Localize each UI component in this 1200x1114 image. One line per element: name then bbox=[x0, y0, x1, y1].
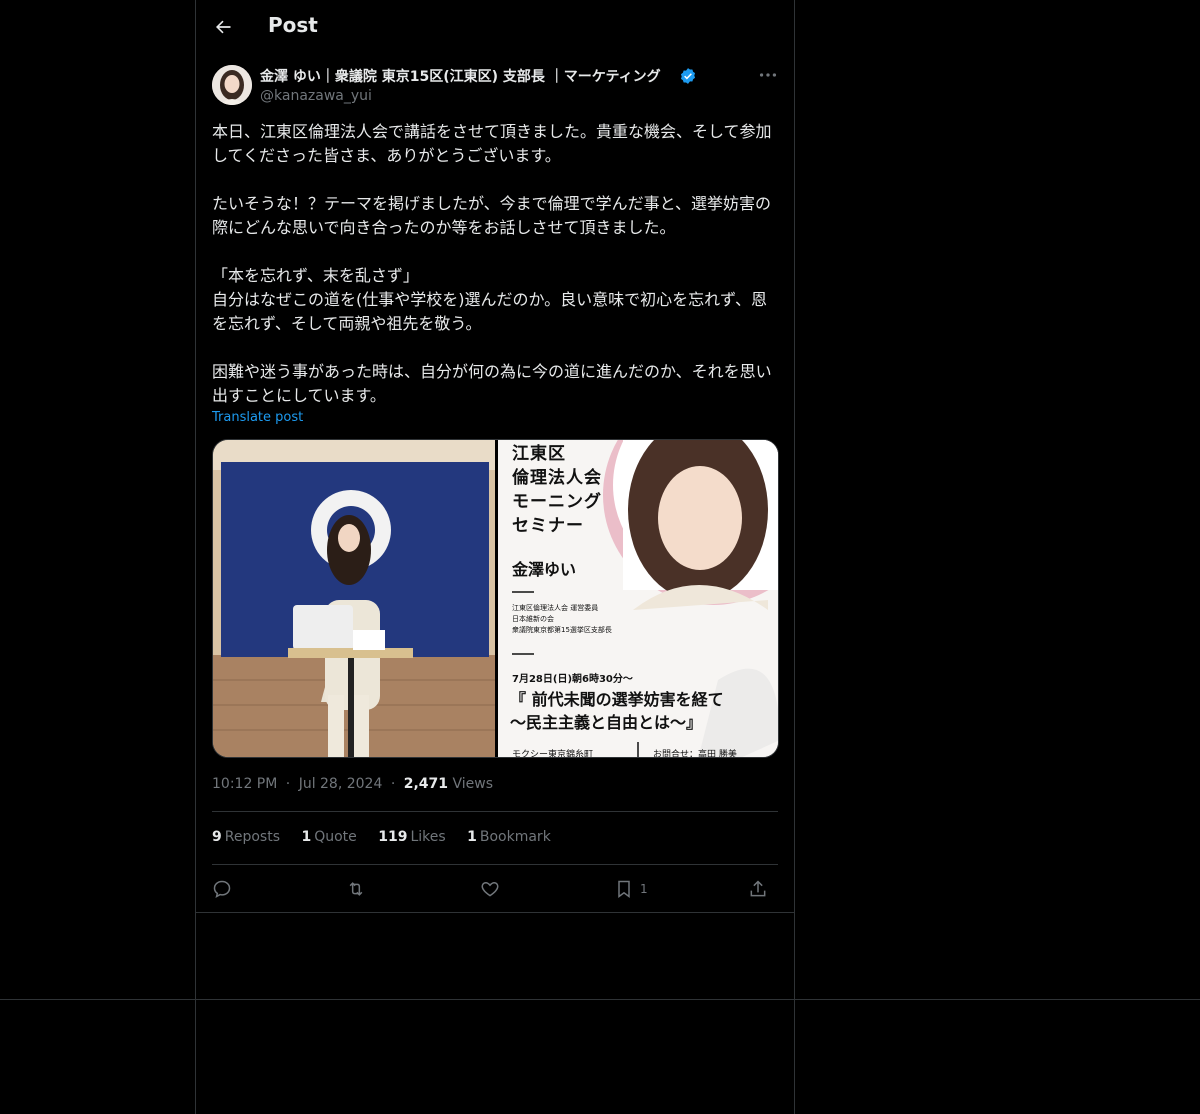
like-button[interactable] bbox=[480, 876, 500, 902]
post-date[interactable]: Jul 28, 2024 bbox=[299, 776, 383, 792]
bookmark-icon bbox=[618, 880, 630, 898]
action-bar: 1 bbox=[212, 876, 778, 902]
post-meta: 10:12 PM · Jul 28, 2024 · 2,471 Views bbox=[212, 776, 493, 792]
post-time[interactable]: 10:12 PM bbox=[212, 776, 277, 792]
reply-icon bbox=[213, 880, 231, 898]
avatar[interactable] bbox=[212, 65, 252, 105]
meta-separator: · bbox=[390, 776, 396, 792]
likes-count: 119 bbox=[378, 829, 408, 845]
media-photo-speaker[interactable] bbox=[213, 440, 495, 757]
bookmarks-stat[interactable]: 1 Bookmark bbox=[467, 829, 551, 845]
engagement-stats: 9 Reposts 1 Quote 119 Likes 1 Bookmark bbox=[212, 829, 568, 845]
views-label: Views bbox=[452, 776, 494, 792]
avatar-image bbox=[212, 65, 252, 105]
likes-label: Likes bbox=[410, 829, 446, 845]
post-text: 本日、江東区倫理法人会で講話をさせて頂きました。貴重な機会、そして参加してくださ… bbox=[212, 122, 772, 405]
meta-separator: · bbox=[285, 776, 291, 792]
back-button[interactable] bbox=[210, 14, 236, 40]
share-button[interactable] bbox=[748, 876, 768, 902]
reply-button[interactable] bbox=[212, 876, 232, 902]
poster-roles: 江東区倫理法人会 運営委員 日本維新の会 衆議院東京都第15選挙区支部長 bbox=[512, 604, 612, 634]
more-icon bbox=[759, 73, 777, 77]
page-title: Post bbox=[268, 13, 318, 37]
reposts-stat[interactable]: 9 Reposts bbox=[212, 829, 280, 845]
bookmark-button[interactable]: 1 bbox=[614, 876, 648, 902]
media-poster[interactable]: 江東区 倫理法人会 モーニング セミナー 金澤ゆい 江東区倫理法人会 運営委員 … bbox=[498, 440, 778, 758]
divider bbox=[212, 864, 778, 865]
section-divider bbox=[0, 999, 1200, 1000]
more-button[interactable] bbox=[757, 64, 779, 86]
translate-link[interactable]: Translate post bbox=[212, 410, 303, 425]
verified-badge-icon bbox=[679, 67, 697, 85]
share-icon bbox=[750, 880, 766, 897]
poster-venue: モクシー東京錦糸町 bbox=[512, 750, 594, 758]
like-icon bbox=[481, 881, 499, 897]
repost-button[interactable] bbox=[346, 876, 366, 902]
reposts-label: Reposts bbox=[224, 829, 280, 845]
bookmark-count: 1 bbox=[640, 882, 648, 896]
quotes-label: Quote bbox=[314, 829, 357, 845]
likes-stat[interactable]: 119 Likes bbox=[378, 829, 445, 845]
quotes-stat[interactable]: 1 Quote bbox=[301, 829, 356, 845]
quotes-count: 1 bbox=[301, 829, 312, 845]
repost-icon bbox=[349, 882, 363, 896]
back-arrow-icon bbox=[216, 20, 231, 34]
poster-date: 7月28日(日)朝6時30分〜 bbox=[512, 674, 633, 685]
divider bbox=[212, 811, 778, 812]
bookmarks-label: Bookmark bbox=[479, 829, 551, 845]
main-column: Post 金澤 ゆい｜衆議院 東京15区(江東区) 支部長 ｜マーケティング @… bbox=[195, 0, 795, 1114]
header: Post bbox=[196, 0, 794, 54]
poster-theme: 『 前代未聞の選挙妨害を経て 〜民主主義と自由とは〜』 bbox=[510, 690, 724, 732]
post-bottom-border bbox=[196, 912, 794, 913]
author-name[interactable]: 金澤 ゆい｜衆議院 東京15区(江東区) 支部長 ｜マーケティング bbox=[260, 66, 661, 86]
author-handle[interactable]: @kanazawa_yui bbox=[260, 88, 372, 104]
poster-contact: お問合せ：高田 勝美 bbox=[653, 750, 737, 758]
views-count: 2,471 bbox=[403, 776, 449, 792]
media-grid: 江東区 倫理法人会 モーニング セミナー 金澤ゆい 江東区倫理法人会 運営委員 … bbox=[212, 439, 779, 758]
poster-title: 江東区 倫理法人会 モーニング セミナー bbox=[512, 444, 602, 536]
bookmarks-count: 1 bbox=[467, 829, 477, 845]
photo-speaker-image bbox=[213, 440, 495, 757]
poster-name: 金澤ゆい bbox=[512, 560, 577, 579]
reposts-count: 9 bbox=[212, 829, 222, 845]
